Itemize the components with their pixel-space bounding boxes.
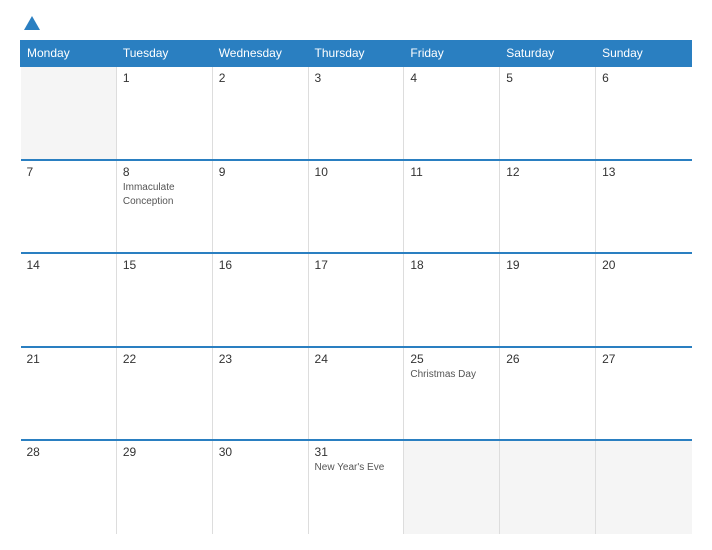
day-number: 26 (506, 352, 589, 366)
calendar-cell: 3 (308, 66, 404, 160)
calendar-cell (500, 440, 596, 534)
day-number: 13 (602, 165, 685, 179)
calendar-cell: 30 (212, 440, 308, 534)
calendar-event: New Year's Eve (315, 462, 385, 473)
day-number: 11 (410, 165, 493, 179)
calendar-cell: 28 (21, 440, 117, 534)
day-number: 12 (506, 165, 589, 179)
week-row-2: 14 15 16 17 18 19 20 (21, 253, 692, 347)
calendar-cell: 21 (21, 347, 117, 441)
calendar-cell: 20 (596, 253, 692, 347)
day-number: 8 (123, 165, 206, 179)
day-number: 27 (602, 352, 685, 366)
calendar-thead: MondayTuesdayWednesdayThursdayFridaySatu… (21, 41, 692, 67)
day-number: 29 (123, 445, 206, 459)
day-number: 7 (27, 165, 110, 179)
day-number: 16 (219, 258, 302, 272)
calendar-cell: 29 (116, 440, 212, 534)
calendar-table: MondayTuesdayWednesdayThursdayFridaySatu… (20, 40, 692, 534)
calendar-cell: 15 (116, 253, 212, 347)
calendar-page: MondayTuesdayWednesdayThursdayFridaySatu… (0, 0, 712, 550)
day-number: 30 (219, 445, 302, 459)
weekday-header-monday: Monday (21, 41, 117, 67)
day-number: 10 (315, 165, 398, 179)
weekday-header-thursday: Thursday (308, 41, 404, 67)
calendar-cell: 6 (596, 66, 692, 160)
calendar-cell: 10 (308, 160, 404, 254)
week-row-1: 78 Immaculate Conception 9 10 11 12 13 (21, 160, 692, 254)
day-number: 4 (410, 71, 493, 85)
day-number: 15 (123, 258, 206, 272)
day-number: 5 (506, 71, 589, 85)
day-number: 31 (315, 445, 398, 459)
calendar-cell: 24 (308, 347, 404, 441)
calendar-event: Immaculate Conception (123, 182, 175, 207)
weekday-header-sunday: Sunday (596, 41, 692, 67)
calendar-cell: 7 (21, 160, 117, 254)
calendar-cell: 2 (212, 66, 308, 160)
calendar-cell: 14 (21, 253, 117, 347)
day-number: 23 (219, 352, 302, 366)
day-number: 25 (410, 352, 493, 366)
day-number: 20 (602, 258, 685, 272)
calendar-cell: 11 (404, 160, 500, 254)
calendar-cell: 22 (116, 347, 212, 441)
day-number: 28 (27, 445, 110, 459)
day-number: 19 (506, 258, 589, 272)
calendar-cell: 31 New Year's Eve (308, 440, 404, 534)
calendar-cell: 16 (212, 253, 308, 347)
calendar-cell: 9 (212, 160, 308, 254)
day-number: 1 (123, 71, 206, 85)
week-row-3: 21 22 23 24 25 Christmas Day 26 27 (21, 347, 692, 441)
day-number: 17 (315, 258, 398, 272)
logo (20, 16, 40, 30)
calendar-cell: 18 (404, 253, 500, 347)
calendar-cell: 4 (404, 66, 500, 160)
day-number: 21 (27, 352, 110, 366)
day-number: 24 (315, 352, 398, 366)
calendar-event: Christmas Day (410, 369, 476, 380)
day-number: 2 (219, 71, 302, 85)
calendar-cell: 1 (116, 66, 212, 160)
calendar-cell: 19 (500, 253, 596, 347)
day-number: 14 (27, 258, 110, 272)
day-number: 9 (219, 165, 302, 179)
calendar-cell (404, 440, 500, 534)
calendar-cell: 26 (500, 347, 596, 441)
day-number: 6 (602, 71, 685, 85)
weekday-header-saturday: Saturday (500, 41, 596, 67)
calendar-header (20, 16, 692, 30)
week-row-0: 123456 (21, 66, 692, 160)
calendar-cell: 27 (596, 347, 692, 441)
day-number: 18 (410, 258, 493, 272)
calendar-cell: 23 (212, 347, 308, 441)
calendar-cell: 8 Immaculate Conception (116, 160, 212, 254)
day-number: 3 (315, 71, 398, 85)
calendar-cell (21, 66, 117, 160)
logo-triangle-icon (24, 16, 40, 30)
calendar-cell: 5 (500, 66, 596, 160)
weekday-header-row: MondayTuesdayWednesdayThursdayFridaySatu… (21, 41, 692, 67)
calendar-cell: 12 (500, 160, 596, 254)
calendar-cell: 17 (308, 253, 404, 347)
week-row-4: 28 29 30 31 New Year's Eve (21, 440, 692, 534)
weekday-header-wednesday: Wednesday (212, 41, 308, 67)
calendar-cell (596, 440, 692, 534)
calendar-tbody: 12345678Immaculate Conception91011121314… (21, 66, 692, 534)
calendar-cell: 25 Christmas Day (404, 347, 500, 441)
day-number: 22 (123, 352, 206, 366)
weekday-header-tuesday: Tuesday (116, 41, 212, 67)
weekday-header-friday: Friday (404, 41, 500, 67)
calendar-cell: 13 (596, 160, 692, 254)
